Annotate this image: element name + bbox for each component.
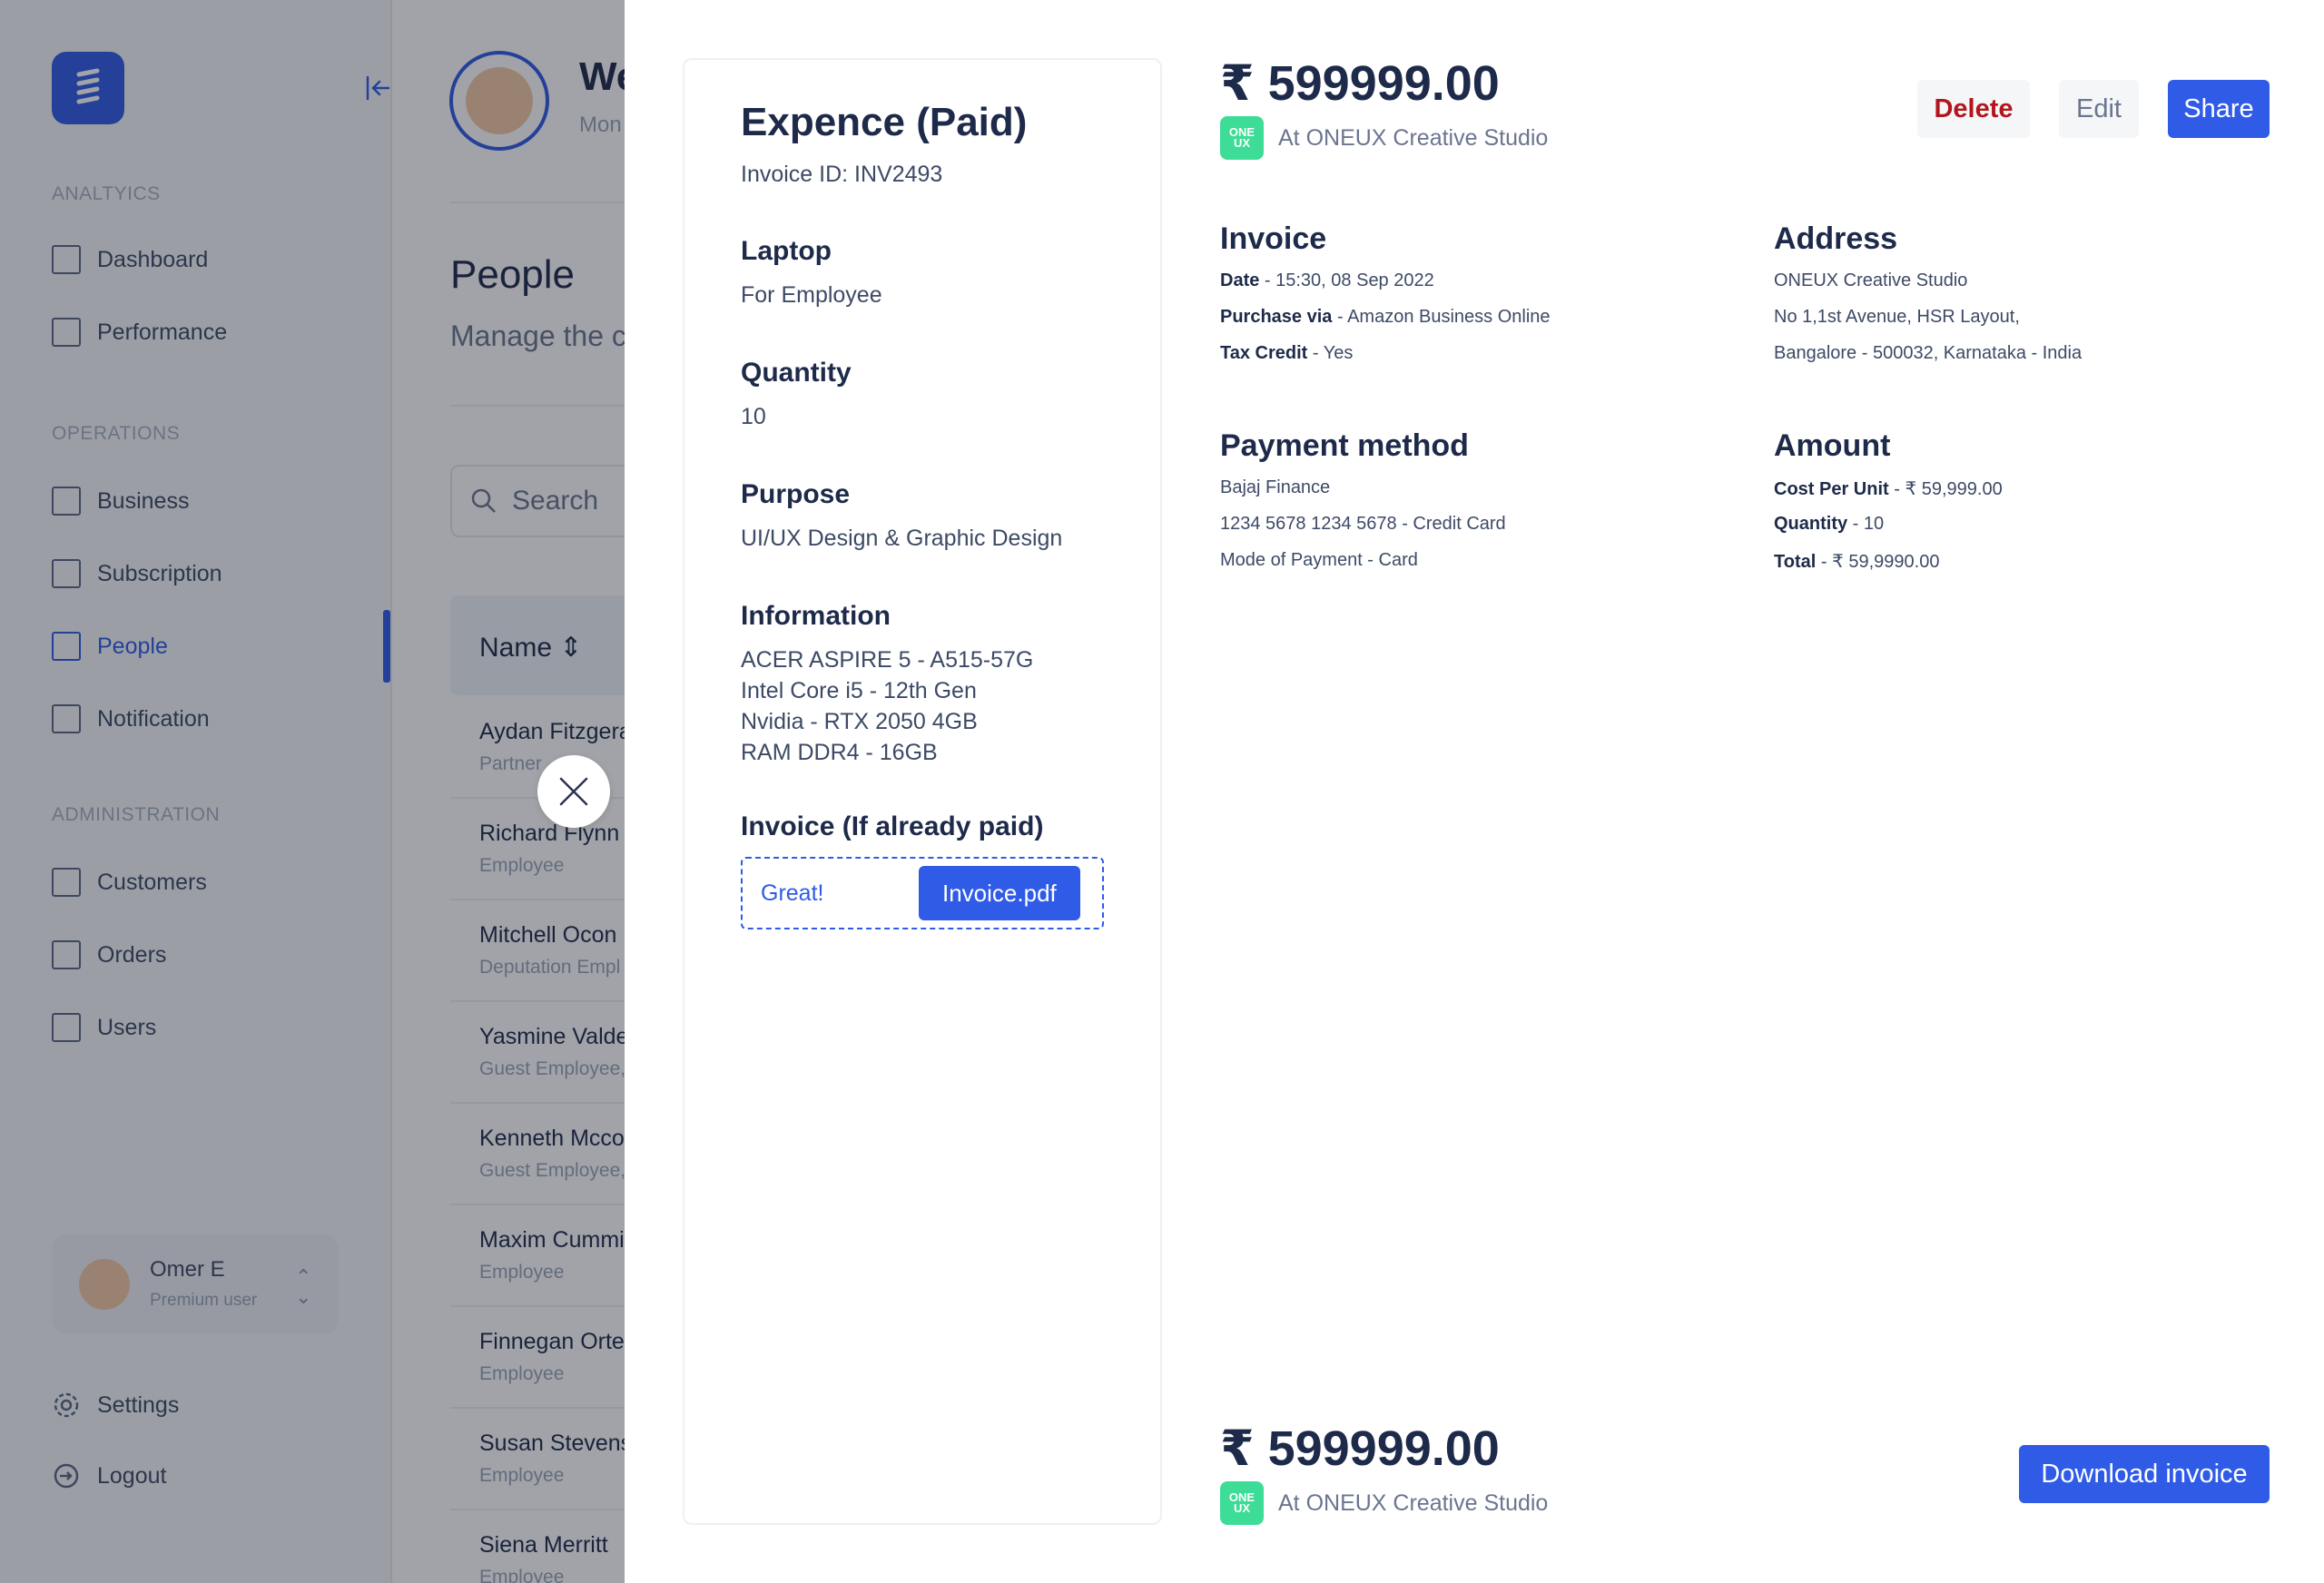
address-section-title: Address: [1774, 221, 1898, 256]
invoice-id: Invoice ID: INV2493: [741, 162, 943, 187]
information-line: RAM DDR4 - 16GB: [741, 740, 938, 765]
information-label: Information: [741, 601, 891, 631]
oneux-logo: ONE UX: [1220, 1481, 1264, 1525]
invoice-tax-credit: Tax Credit - Yes: [1220, 343, 1354, 363]
delete-button[interactable]: Delete: [1917, 80, 2030, 138]
address-line: Bangalore - 500032, Karnataka - India: [1774, 343, 2083, 363]
invoice-upload-label: Invoice (If already paid): [741, 811, 1044, 841]
payment-line: Bajaj Finance: [1220, 477, 1331, 497]
address-line: ONEUX Creative Studio: [1774, 270, 1968, 290]
address-line: No 1,1st Avenue, HSR Layout,: [1774, 307, 2020, 327]
invoice-purchase-via: Purchase via - Amazon Business Online: [1220, 307, 1551, 327]
field-value: 10: [741, 404, 766, 429]
field-value: For Employee: [741, 282, 882, 308]
expense-title: Expence (Paid): [741, 100, 1028, 144]
close-icon: [559, 777, 588, 806]
payment-section-title: Payment method: [1220, 428, 1469, 463]
payment-line: Mode of Payment - Card: [1220, 550, 1418, 570]
information-line: Intel Core i5 - 12th Gen: [741, 678, 977, 703]
oneux-logo: ONE UX: [1220, 116, 1264, 160]
footer-total-amount: ₹ 599999.00: [1220, 1421, 1500, 1476]
store-name: At ONEUX Creative Studio: [1278, 1490, 1549, 1516]
total-amount: ₹ 599999.00: [1220, 56, 1500, 111]
invoice-date: Date - 15:30, 08 Sep 2022: [1220, 270, 1434, 290]
payment-line: 1234 5678 1234 5678 - Credit Card: [1220, 514, 1506, 534]
close-drawer-button[interactable]: [537, 755, 610, 828]
information-line: Nvidia - RTX 2050 4GB: [741, 709, 978, 734]
field-label: Quantity: [741, 358, 852, 388]
expense-details-card: Expence (Paid) Invoice ID: INV2493 Lapto…: [683, 58, 1162, 1525]
invoice-section-title: Invoice: [1220, 221, 1327, 256]
store-info: ONE UX At ONEUX Creative Studio: [1220, 116, 1548, 160]
cost-per-unit: Cost Per Unit - ₹ 59,999.00: [1774, 479, 2003, 499]
total: Total - ₹ 59,9990.00: [1774, 552, 1940, 572]
invoice-file-button[interactable]: Invoice.pdf: [919, 866, 1080, 920]
amount-section-title: Amount: [1774, 428, 1891, 463]
field-label: Laptop: [741, 236, 832, 266]
quantity: Quantity - 10: [1774, 514, 1885, 534]
share-button[interactable]: Share: [2168, 80, 2270, 138]
information-line: ACER ASPIRE 5 - A515-57G: [741, 647, 1034, 673]
field-value: UI/UX Design & Graphic Design: [741, 526, 1063, 551]
upload-status: Great!: [761, 880, 824, 906]
field-label: Purpose: [741, 479, 851, 509]
download-invoice-button[interactable]: Download invoice: [2019, 1445, 2270, 1503]
invoice-upload-dropzone[interactable]: Great! Invoice.pdf: [741, 857, 1104, 929]
edit-button[interactable]: Edit: [2059, 80, 2139, 138]
footer-store-info: ONE UX At ONEUX Creative Studio: [1220, 1481, 1548, 1525]
store-name: At ONEUX Creative Studio: [1278, 124, 1549, 151]
